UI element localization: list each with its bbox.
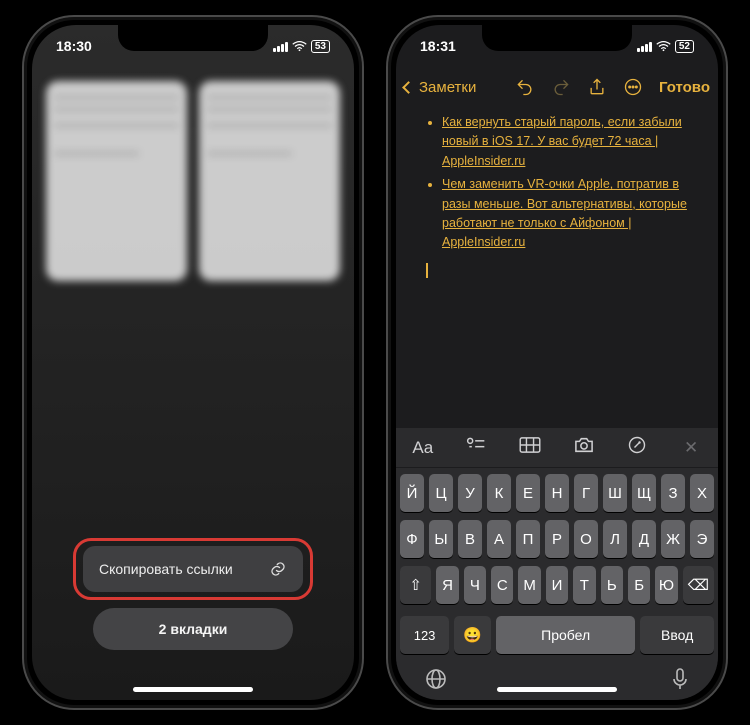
format-camera-icon[interactable] xyxy=(563,436,605,459)
notes-toolbar: Заметки Готово xyxy=(396,67,718,107)
key-space[interactable]: Пробел xyxy=(496,616,635,654)
share-icon[interactable] xyxy=(587,77,607,97)
key-А[interactable]: А xyxy=(487,520,511,558)
key-П[interactable]: П xyxy=(516,520,540,558)
battery-badge: 52 xyxy=(675,40,694,53)
format-checklist-icon[interactable] xyxy=(455,436,497,459)
key-enter[interactable]: Ввод xyxy=(640,616,714,654)
key-И[interactable]: И xyxy=(546,566,568,604)
tab-card[interactable] xyxy=(199,81,340,281)
key-У[interactable]: У xyxy=(458,474,482,512)
key-⇧[interactable]: ⇧ xyxy=(400,566,431,604)
status-time: 18:31 xyxy=(420,38,456,54)
key-Э[interactable]: Э xyxy=(690,520,714,558)
home-indicator[interactable] xyxy=(133,687,253,692)
key-Ш[interactable]: Ш xyxy=(603,474,627,512)
text-cursor xyxy=(426,263,428,278)
key-123[interactable]: 123 xyxy=(400,616,449,654)
key-Д[interactable]: Д xyxy=(632,520,656,558)
tab-card[interactable] xyxy=(46,81,187,281)
note-content[interactable]: Как вернуть старый пароль, если забыли н… xyxy=(426,113,700,278)
key-Ю[interactable]: Ю xyxy=(655,566,677,604)
done-button[interactable]: Готово xyxy=(659,79,710,96)
key-Ч[interactable]: Ч xyxy=(464,566,486,604)
key-Ц[interactable]: Ц xyxy=(429,474,453,512)
safari-tabs[interactable] xyxy=(46,81,340,281)
key-З[interactable]: З xyxy=(661,474,685,512)
globe-icon[interactable] xyxy=(424,667,448,691)
tab-count-button[interactable]: 2 вкладки xyxy=(93,608,293,650)
undo-icon[interactable] xyxy=(515,77,535,97)
key-Х[interactable]: Х xyxy=(690,474,714,512)
format-close-icon[interactable]: ✕ xyxy=(670,438,712,458)
key-О[interactable]: О xyxy=(574,520,598,558)
format-table-icon[interactable] xyxy=(509,437,551,458)
keyboard: Aa ✕ ЙЦУКЕНГШЩЗХ ФЫВАПРОЛДЖЭ ⇧ЯЧСМИТЬБ xyxy=(396,428,718,700)
key-Т[interactable]: Т xyxy=(573,566,595,604)
cellular-icon xyxy=(637,41,652,52)
key-Ф[interactable]: Ф xyxy=(400,520,424,558)
key-Н[interactable]: Н xyxy=(545,474,569,512)
battery-badge: 53 xyxy=(311,40,330,53)
key-К[interactable]: К xyxy=(487,474,511,512)
note-link-item[interactable]: Как вернуть старый пароль, если забыли н… xyxy=(442,113,700,171)
back-button[interactable]: Заметки xyxy=(404,79,476,96)
key-⌫[interactable]: ⌫ xyxy=(683,566,714,604)
note-link-item[interactable]: Чем заменить VR-очки Apple, потратив в р… xyxy=(442,175,700,253)
wifi-icon xyxy=(656,41,671,52)
wifi-icon xyxy=(292,41,307,52)
chevron-left-icon xyxy=(402,81,415,94)
key-Щ[interactable]: Щ xyxy=(632,474,656,512)
notch xyxy=(118,25,268,51)
phone-right-notes: 18:31 52 Заметки Готово Как вернут xyxy=(386,15,728,710)
cellular-icon xyxy=(273,41,288,52)
key-Я[interactable]: Я xyxy=(436,566,458,604)
status-time: 18:30 xyxy=(56,38,92,54)
key-Л[interactable]: Л xyxy=(603,520,627,558)
key-С[interactable]: С xyxy=(491,566,513,604)
key-Ж[interactable]: Ж xyxy=(661,520,685,558)
format-text-icon[interactable]: Aa xyxy=(402,438,444,458)
format-toolbar: Aa ✕ xyxy=(396,428,718,468)
key-В[interactable]: В xyxy=(458,520,482,558)
phone-left-safari: 18:30 53 Скопировать ссылки xyxy=(22,15,364,710)
annotation-highlight xyxy=(73,538,313,600)
key-Е[interactable]: Е xyxy=(516,474,540,512)
format-marker-icon[interactable] xyxy=(616,435,658,460)
key-М[interactable]: М xyxy=(518,566,540,604)
key-Ь[interactable]: Ь xyxy=(601,566,623,604)
home-indicator[interactable] xyxy=(497,687,617,692)
key-Ы[interactable]: Ы xyxy=(429,520,453,558)
mic-icon[interactable] xyxy=(670,667,690,691)
key-Й[interactable]: Й xyxy=(400,474,424,512)
key-Р[interactable]: Р xyxy=(545,520,569,558)
notch xyxy=(482,25,632,51)
more-icon[interactable] xyxy=(623,77,643,97)
key-Б[interactable]: Б xyxy=(628,566,650,604)
key-emoji[interactable]: 😀 xyxy=(454,616,491,654)
redo-icon xyxy=(551,77,571,97)
key-Г[interactable]: Г xyxy=(574,474,598,512)
